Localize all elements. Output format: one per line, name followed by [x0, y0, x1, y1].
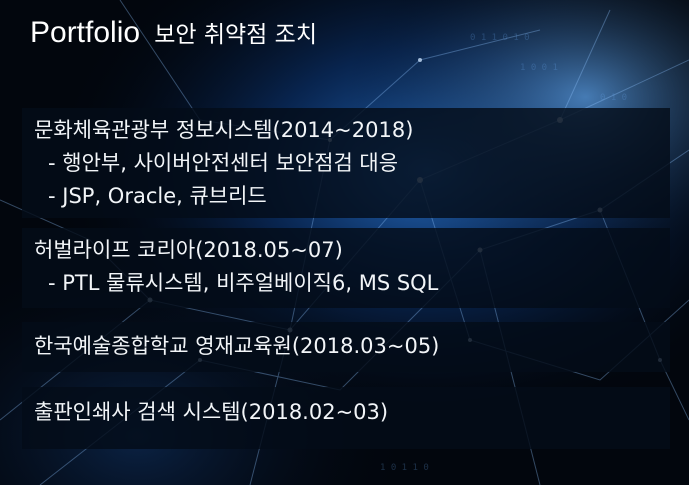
project-panel-mcst: 문화체육관광부 정보시스템(2014~2018) - 행안부, 사이버안전센터 …: [22, 108, 670, 218]
svg-text:0 1 1 0 1 0: 0 1 1 0 1 0: [470, 33, 530, 43]
project-panel-knua: 한국예술종합학교 영재교육원(2018.03~05): [22, 322, 670, 372]
project-heading: 한국예술종합학교 영재교육원(2018.03~05): [34, 334, 440, 358]
svg-text:1 0 1 1 0: 1 0 1 1 0: [380, 463, 429, 473]
project-detail: - JSP, Oracle, 큐브리드: [48, 184, 267, 208]
project-panel-print-search: 출판인쇄사 검색 시스템(2018.02~03): [22, 387, 670, 449]
project-heading: 문화체육관광부 정보시스템(2014~2018): [34, 118, 414, 142]
project-detail: - 행안부, 사이버안전센터 보안점검 대응: [48, 151, 399, 175]
project-detail: - PTL 물류시스템, 비주얼베이직6, MS SQL: [48, 271, 439, 295]
title-korean: 보안 취약점 조치: [154, 22, 317, 48]
project-heading: 출판인쇄사 검색 시스템(2018.02~03): [34, 400, 389, 424]
svg-text:0 1 0: 0 1 0: [600, 93, 627, 103]
project-heading: 허벌라이프 코리아(2018.05~07): [34, 238, 343, 262]
page-title: Portfolio 보안 취약점 조치: [30, 12, 317, 50]
svg-text:1 0 0 1: 1 0 0 1: [520, 63, 558, 73]
title-english: Portfolio: [30, 16, 141, 49]
project-panel-herbalife: 허벌라이프 코리아(2018.05~07) - PTL 물류시스템, 비주얼베이…: [22, 228, 670, 308]
